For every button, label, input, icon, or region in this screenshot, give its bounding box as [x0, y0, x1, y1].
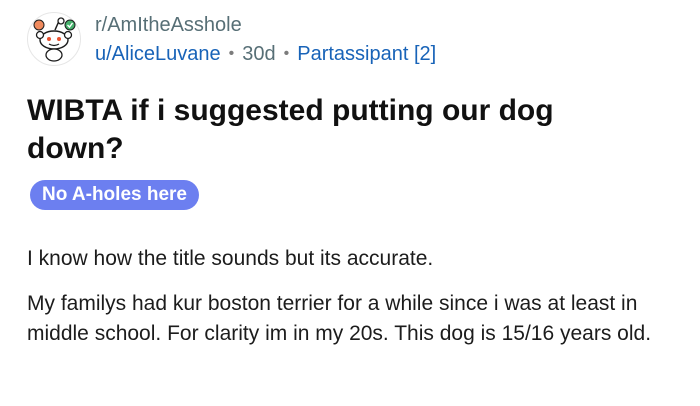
post-title[interactable]: WIBTA if i suggested putting our dog dow… [27, 92, 627, 168]
author-username-link[interactable]: u/AliceLuvane [95, 42, 221, 66]
post-header: r/AmItheAsshole u/AliceLuvane • 30d • Pa… [27, 12, 436, 72]
post-paragraph: My familys had kur boston terrier for a … [27, 292, 652, 345]
post-flair-badge[interactable]: No A-holes here [30, 180, 199, 210]
reddit-snoo-avatar-icon[interactable] [27, 12, 81, 66]
post-meta: r/AmItheAsshole u/AliceLuvane • 30d • Pa… [95, 12, 436, 66]
author-row: u/AliceLuvane • 30d • Partassipant [2] [95, 42, 436, 66]
post-body: I know how the title sounds but its accu… [27, 244, 677, 364]
reddit-post: r/AmItheAsshole u/AliceLuvane • 30d • Pa… [0, 0, 700, 406]
subreddit-link[interactable]: r/AmItheAsshole [95, 13, 436, 37]
separator-dot: • [228, 45, 235, 62]
post-age: 30d [242, 43, 276, 65]
user-flair: Partassipant [2] [297, 43, 437, 65]
post-paragraph: I know how the title sounds but its accu… [27, 247, 434, 270]
separator-dot: • [283, 45, 290, 62]
